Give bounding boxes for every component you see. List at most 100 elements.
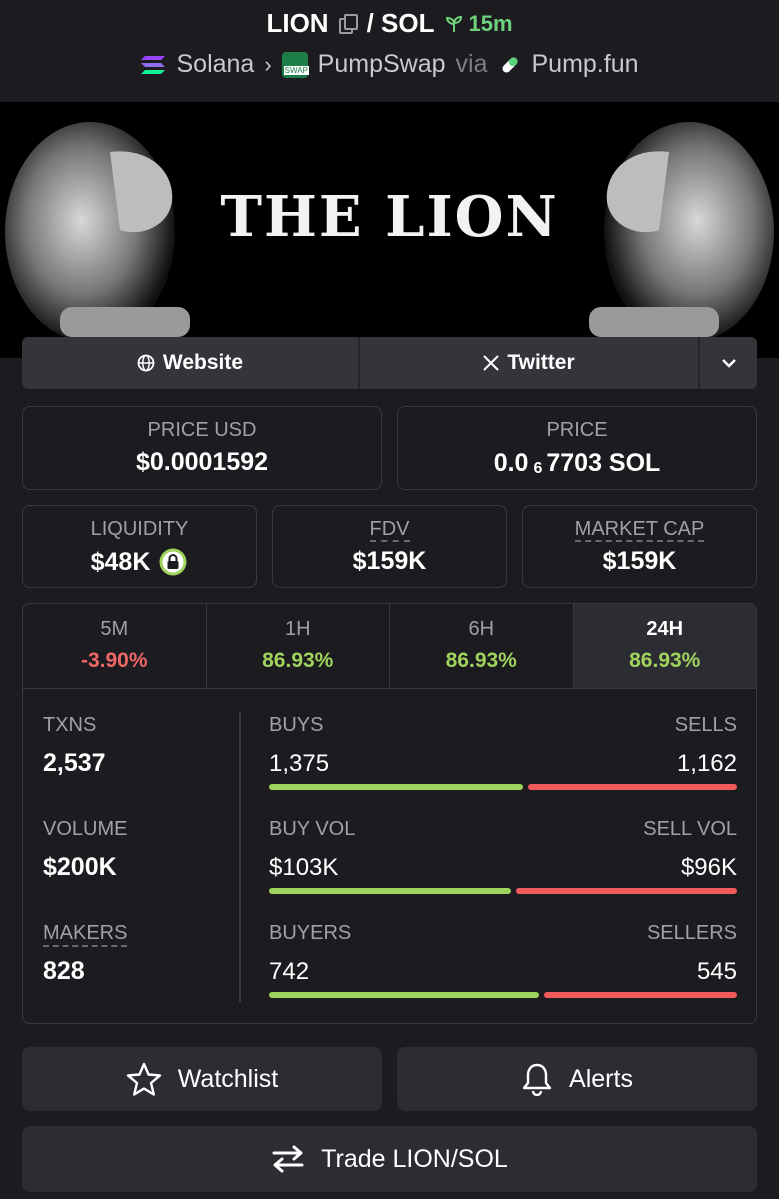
website-label: Website xyxy=(162,351,244,374)
alerts-label: Alerts xyxy=(569,1064,633,1093)
fdv-value: $159K xyxy=(352,547,427,575)
twitter-label: Twitter xyxy=(507,351,575,374)
trading-stats-panel: 5M -3.90% 1H 86.93% 6H 86.93% 24H 86.93%… xyxy=(22,603,757,1024)
globe-icon xyxy=(137,354,155,372)
tab-label: 1H xyxy=(284,618,311,640)
more-links-button[interactable] xyxy=(700,337,757,389)
price-usd-label: PRICE USD xyxy=(147,419,257,441)
fdv-card: FDV $159K xyxy=(272,505,507,588)
copy-icon[interactable] xyxy=(338,13,358,34)
txns-value: 2,537 xyxy=(43,749,106,777)
buy-bar-fill xyxy=(269,784,523,790)
token-banner: THE LION xyxy=(0,102,779,358)
watchlist-button[interactable]: Watchlist xyxy=(22,1047,382,1111)
sell-vol-label: SELL VOL xyxy=(643,818,737,840)
sellers-label: SELLERS xyxy=(646,922,737,944)
website-button[interactable]: Website xyxy=(22,337,360,389)
tab-change: 86.93% xyxy=(445,649,517,672)
buy-vol-label: BUY VOL xyxy=(269,818,356,840)
social-links-bar: Website Twitter xyxy=(22,337,757,389)
tab-label: 24H xyxy=(646,618,684,640)
watchlist-label: Watchlist xyxy=(177,1064,279,1093)
banner-title: THE LION xyxy=(220,184,559,250)
volume-value: $200K xyxy=(43,853,117,881)
buy-sell-column: BUYS SELLS 1,375 1,162 BUY VOL SELL VOL … xyxy=(269,714,737,1023)
tab-change: 86.93% xyxy=(629,649,701,672)
tab-1h[interactable]: 1H 86.93% xyxy=(207,604,390,688)
pumpswap-icon: SWAP xyxy=(281,51,309,78)
tab-24h[interactable]: 24H 86.93% xyxy=(573,604,756,688)
tab-5m[interactable]: 5M -3.90% xyxy=(23,604,207,688)
sells-value: 1,162 xyxy=(676,750,737,777)
seedling-icon xyxy=(446,15,463,32)
column-divider xyxy=(239,712,241,1002)
chevron-right-icon: › xyxy=(264,51,272,77)
price-native-prefix: 0.0 xyxy=(493,448,529,477)
alerts-button[interactable]: Alerts xyxy=(397,1047,757,1111)
tab-label: 5M xyxy=(100,618,129,640)
chain-link[interactable]: Solana xyxy=(176,50,254,79)
sell-bar-fill xyxy=(527,784,737,790)
market-cap-card: MARKET CAP $159K xyxy=(522,505,757,588)
price-usd-value: $0.0001592 xyxy=(135,448,269,476)
sellers-bar-fill xyxy=(544,992,737,998)
liquidity-card: LIQUIDITY $48K xyxy=(22,505,257,588)
buy-vol-bar-fill xyxy=(269,888,512,894)
txns-label: TXNS xyxy=(43,714,97,736)
lock-icon xyxy=(159,548,187,576)
makers-value: 828 xyxy=(43,957,85,985)
star-icon xyxy=(126,1062,161,1096)
price-native-rest: 7703 SOL xyxy=(546,448,661,477)
price-usd-card: PRICE USD $0.0001592 xyxy=(22,406,382,490)
buy-vol-value: $103K xyxy=(269,854,339,881)
chevron-down-icon xyxy=(721,359,736,368)
price-native-card: PRICE 0.0 6 7703 SOL xyxy=(397,406,757,490)
market-cap-value: $159K xyxy=(602,547,677,575)
breadcrumb: Solana › SWAP PumpSwap via Pump.fun xyxy=(0,50,779,79)
twitter-button[interactable]: Twitter xyxy=(360,337,700,389)
base-token-symbol: LION xyxy=(266,8,329,38)
buyers-bar-fill xyxy=(269,992,540,998)
liquidity-label: LIQUIDITY xyxy=(90,518,189,540)
solana-icon xyxy=(141,55,166,74)
sell-vol-bar-fill xyxy=(516,888,737,894)
volume-bar xyxy=(269,888,737,894)
swap-arrows-icon xyxy=(272,1145,304,1173)
price-native-value: 0.0 6 7703 SOL xyxy=(398,448,756,478)
buyers-sellers-bar xyxy=(269,992,737,998)
volume-label: VOLUME xyxy=(43,818,128,840)
makers-label[interactable]: MAKERS xyxy=(43,922,128,947)
timeframe-tabs: 5M -3.90% 1H 86.93% 6H 86.93% 24H 86.93% xyxy=(23,604,756,689)
buys-sells-row: BUYS SELLS 1,375 1,162 xyxy=(269,714,737,818)
buyers-value: 742 xyxy=(269,958,310,985)
sell-vol-value: $96K xyxy=(680,854,737,881)
buyers-sellers-row: BUYERS SELLERS 742 545 xyxy=(269,922,737,1023)
liquidity-value: $48K xyxy=(90,547,151,576)
sellers-value: 545 xyxy=(696,958,737,985)
via-text: via xyxy=(455,50,488,78)
tab-label: 6H xyxy=(468,618,495,640)
quote-token-symbol: / SOL xyxy=(366,8,435,38)
totals-column: TXNS 2,537 VOLUME $200K MAKERS 828 xyxy=(43,714,233,1023)
pill-icon xyxy=(501,56,518,73)
price-native-subscript: 6 xyxy=(533,460,543,477)
bell-icon xyxy=(522,1063,552,1096)
market-cap-label[interactable]: MARKET CAP xyxy=(574,518,705,542)
launchpad-link[interactable]: Pump.fun xyxy=(532,50,639,79)
tab-change: 86.93% xyxy=(262,649,334,672)
pair-header: LION / SOL 15m Solana › SWAP PumpSwap vi… xyxy=(0,0,779,102)
trade-button[interactable]: Trade LION/SOL xyxy=(22,1126,757,1192)
sells-label: SELLS xyxy=(674,714,737,736)
x-logo-icon xyxy=(483,355,500,371)
volume-row: BUY VOL SELL VOL $103K $96K xyxy=(269,818,737,922)
buys-sells-bar xyxy=(269,784,737,790)
buys-value: 1,375 xyxy=(269,750,330,777)
buys-label: BUYS xyxy=(269,714,324,736)
pair-age: 15m xyxy=(444,11,513,37)
buyers-label: BUYERS xyxy=(269,922,352,944)
tab-6h[interactable]: 6H 86.93% xyxy=(390,604,574,688)
tab-change: -3.90% xyxy=(80,649,148,672)
dex-link[interactable]: PumpSwap xyxy=(318,50,446,79)
price-native-label: PRICE xyxy=(546,419,608,441)
fdv-label[interactable]: FDV xyxy=(369,518,410,542)
